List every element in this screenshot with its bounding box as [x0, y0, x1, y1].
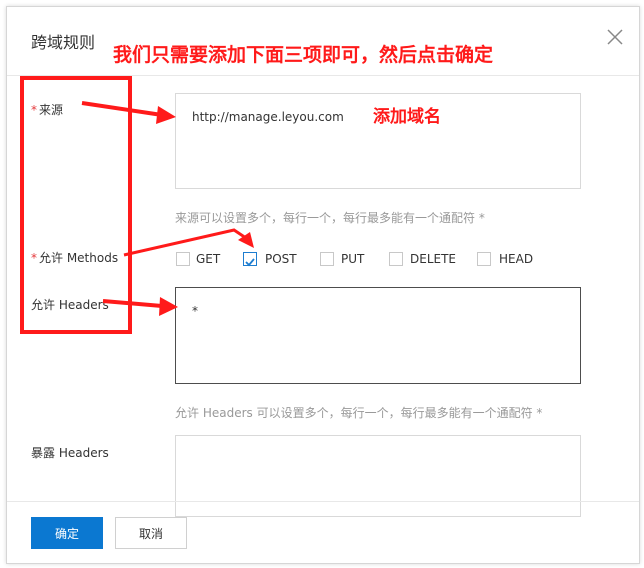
origin-hint: 来源可以设置多个，每行一个，每行最多能有一个通配符 * — [175, 211, 485, 225]
method-checkbox-post[interactable] — [243, 252, 257, 267]
methods-label: * 允许 Methods — [31, 249, 118, 266]
footer-divider — [7, 501, 639, 502]
allow-headers-label: 允许 Headers — [31, 298, 109, 312]
method-checkbox-head[interactable] — [477, 252, 491, 266]
method-checkbox-put[interactable] — [320, 252, 334, 266]
origin-label-text: 来源 — [39, 103, 64, 117]
allow-headers-value: * — [192, 304, 198, 318]
allow-headers-textarea[interactable]: * — [175, 287, 581, 384]
required-mark: * — [31, 103, 37, 117]
close-icon[interactable] — [605, 27, 625, 47]
method-label-delete[interactable]: DELETE — [410, 252, 456, 266]
dialog-title: 跨域规则 — [31, 33, 96, 52]
origin-textarea[interactable]: http://manage.leyou.com — [175, 93, 581, 189]
origin-label: * 来源 — [31, 101, 63, 118]
origin-value: http://manage.leyou.com — [192, 110, 344, 124]
method-label-get[interactable]: GET — [196, 252, 220, 266]
expose-headers-textarea[interactable] — [175, 435, 581, 517]
cancel-button[interactable]: 取消 — [115, 517, 187, 549]
method-label-put[interactable]: PUT — [341, 252, 364, 266]
methods-label-text: 允许 Methods — [39, 251, 119, 265]
allow-headers-hint: 允许 Headers 可以设置多个，每行一个，每行最多能有一个通配符 * — [175, 406, 543, 420]
method-checkbox-delete[interactable] — [389, 252, 403, 266]
checkmark-icon — [245, 258, 255, 267]
method-label-post[interactable]: POST — [265, 252, 297, 266]
confirm-button[interactable]: 确定 — [31, 517, 103, 549]
method-checkbox-get[interactable] — [176, 252, 190, 266]
cors-rule-dialog: 跨域规则 * 来源 http://manage.leyou.com 来源可以设置多… — [6, 6, 640, 564]
header-divider — [7, 75, 639, 76]
required-mark: * — [31, 251, 37, 265]
expose-headers-label: 暴露 Headers — [31, 446, 109, 460]
method-label-head[interactable]: HEAD — [499, 252, 533, 266]
